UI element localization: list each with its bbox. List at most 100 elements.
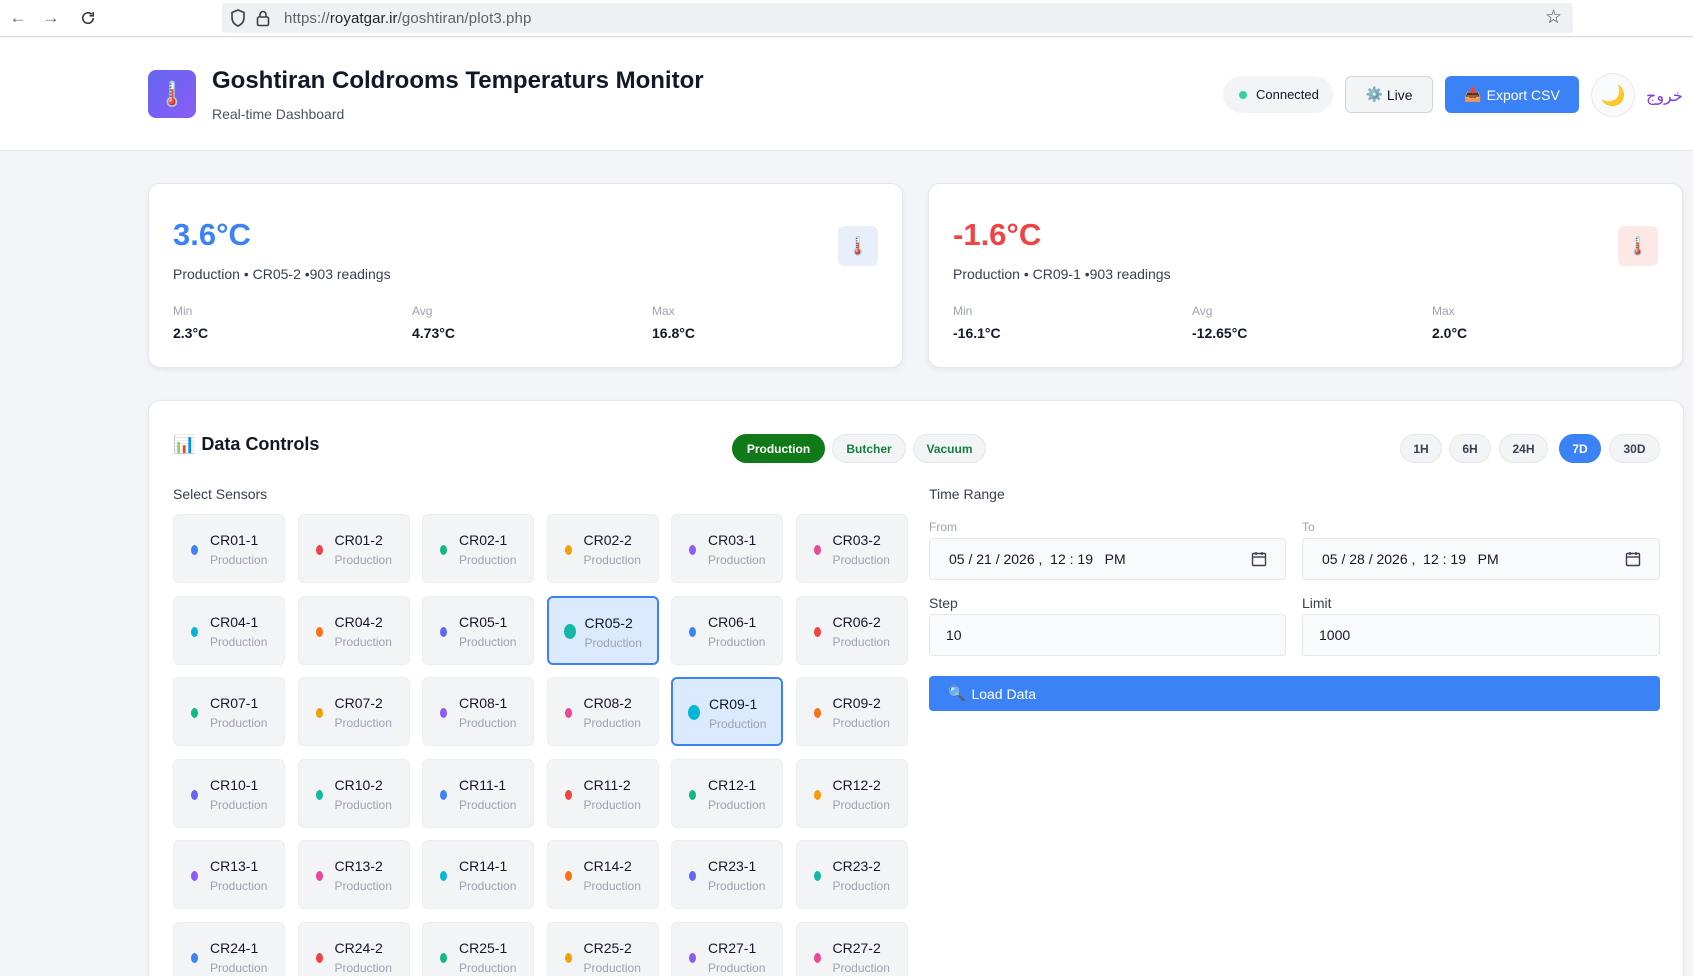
sensor-card-cr05-2[interactable]: CR05-2 Production <box>546 595 659 665</box>
sensor-color-dot-icon <box>191 545 198 555</box>
reload-icon[interactable] <box>78 8 98 28</box>
sensor-card-cr13-2[interactable]: CR13-2 Production <box>297 840 410 909</box>
sensor-name: CR05-1 <box>459 613 508 630</box>
thermometer-icon: 🌡️ <box>838 226 878 266</box>
sensor-card-cr07-1[interactable]: CR07-1 Production <box>173 677 285 746</box>
sensor-group: Production <box>583 716 641 730</box>
sensor-name: CR10-2 <box>334 776 383 793</box>
url-path: /goshtiran/plot3.php <box>397 10 532 27</box>
address-bar[interactable]: https://royatgar.ir/goshtiran/plot3.php … <box>222 3 1573 33</box>
bookmark-star-icon[interactable]: ☆ <box>1545 8 1565 28</box>
group-tab-butcher[interactable]: Butcher <box>832 434 906 463</box>
connection-status-badge: Connected <box>1223 76 1333 113</box>
sensor-card-cr27-1[interactable]: CR27-1 Production <box>671 921 783 976</box>
sensor-color-dot-icon <box>315 871 323 881</box>
sensor-card-cr13-1[interactable]: CR13-1 Production <box>173 840 285 909</box>
sensor-color-dot-icon <box>563 623 576 639</box>
shield-icon[interactable] <box>230 9 246 27</box>
sensor-card-cr02-2[interactable]: CR02-2 Production <box>546 514 659 583</box>
from-datetime-input[interactable]: 05 / 21 / 2026 , 12 : 19 PM <box>929 538 1286 580</box>
sensor-card-cr11-2[interactable]: CR11-2 Production <box>546 758 659 828</box>
sensor-card-cr25-2[interactable]: CR25-2 Production <box>546 921 659 976</box>
sensor-card-cr06-2[interactable]: CR06-2 Production <box>795 595 908 665</box>
sensor-color-dot-icon <box>564 952 572 963</box>
sensor-color-dot-icon <box>191 952 198 963</box>
back-icon[interactable]: ← <box>8 8 28 28</box>
stat-card-primary: 3.6°C Production • CR05-2 •903 readings … <box>148 183 903 368</box>
sensor-name: CR03-1 <box>708 532 757 548</box>
sensor-card-cr08-1[interactable]: CR08-1 Production <box>422 677 534 746</box>
range-tab-1h[interactable]: 1H <box>1400 434 1442 463</box>
stat-max-label: Max <box>652 304 675 318</box>
sensor-color-dot-icon <box>191 871 198 881</box>
sensor-card-cr10-1[interactable]: CR10-1 Production <box>173 758 285 828</box>
sensor-card-cr23-2[interactable]: CR23-2 Production <box>795 840 908 909</box>
stat-avg-value: 4.73°C <box>412 325 455 341</box>
sensor-group: Production <box>708 879 766 893</box>
sensor-card-cr01-1[interactable]: CR01-1 Production <box>173 514 285 583</box>
range-tab-24h[interactable]: 24H <box>1499 434 1548 463</box>
sensor-name: CR13-1 <box>210 858 259 874</box>
sensor-color-dot-icon <box>440 626 447 637</box>
calendar-icon[interactable] <box>1625 551 1641 567</box>
sensor-group: Production <box>210 960 268 975</box>
sensor-color-dot-icon <box>688 705 700 720</box>
live-label: Live <box>1386 86 1413 103</box>
sensor-card-cr03-2[interactable]: CR03-2 Production <box>795 514 908 583</box>
sensor-card-cr07-2[interactable]: CR07-2 Production <box>297 677 410 746</box>
sensor-card-cr06-1[interactable]: CR06-1 Production <box>671 595 783 665</box>
sensor-name: CR05-2 <box>584 614 633 631</box>
sensor-color-dot-icon <box>689 545 696 555</box>
step-label: Step <box>929 595 958 611</box>
sensor-color-dot-icon <box>315 789 323 800</box>
sensor-card-cr08-2[interactable]: CR08-2 Production <box>546 677 659 746</box>
theme-toggle-button[interactable]: 🌙 <box>1591 73 1635 117</box>
sensor-card-cr10-2[interactable]: CR10-2 Production <box>297 758 410 828</box>
step-input[interactable]: 10 <box>929 614 1286 656</box>
sensor-card-cr04-1[interactable]: CR04-1 Production <box>173 595 285 665</box>
sensor-card-cr09-1[interactable]: CR09-1 Production <box>671 677 783 746</box>
export-csv-button[interactable]: 📥 Export CSV <box>1445 76 1579 113</box>
live-toggle-button[interactable]: ⚙️ Live <box>1345 76 1433 113</box>
sensor-card-cr25-1[interactable]: CR25-1 Production <box>422 921 534 976</box>
range-tab-7d[interactable]: 7D <box>1559 434 1601 463</box>
sensor-card-cr02-1[interactable]: CR02-1 Production <box>422 514 534 583</box>
sensor-card-cr12-1[interactable]: CR12-1 Production <box>671 758 783 828</box>
to-datetime-input[interactable]: 05 / 28 / 2026 , 12 : 19 PM <box>1302 538 1660 580</box>
calendar-icon[interactable] <box>1251 551 1267 567</box>
sensor-card-cr09-2[interactable]: CR09-2 Production <box>795 677 908 746</box>
sensor-group: Production <box>210 716 268 730</box>
sensor-name: CR01-2 <box>334 532 383 548</box>
sensor-group: Production <box>709 717 767 731</box>
range-tab-30d[interactable]: 30D <box>1609 434 1660 463</box>
stat-max-value: 16.8°C <box>652 325 695 341</box>
sensor-card-cr24-2[interactable]: CR24-2 Production <box>297 921 410 976</box>
sensor-card-cr27-2[interactable]: CR27-2 Production <box>795 921 908 976</box>
sensor-color-dot-icon <box>315 626 323 637</box>
sensor-card-cr11-1[interactable]: CR11-1 Production <box>422 758 534 828</box>
group-tab-vacuum[interactable]: Vacuum <box>913 434 986 463</box>
range-tab-6h[interactable]: 6H <box>1449 434 1491 463</box>
sensor-card-cr24-1[interactable]: CR24-1 Production <box>173 921 285 976</box>
page-title: Goshtiran Coldrooms Temperaturs Monitor <box>212 67 704 94</box>
sensor-color-dot-icon <box>813 871 821 881</box>
sensor-card-cr04-2[interactable]: CR04-2 Production <box>297 595 410 665</box>
sensor-card-cr05-1[interactable]: CR05-1 Production <box>422 595 534 665</box>
lock-icon[interactable] <box>256 9 270 27</box>
sensor-group: Production <box>210 797 268 812</box>
logout-link[interactable]: خروج <box>1646 86 1683 106</box>
sensor-card-cr03-1[interactable]: CR03-1 Production <box>671 514 783 583</box>
group-tab-production[interactable]: Production <box>732 434 825 463</box>
sensor-card-cr14-1[interactable]: CR14-1 Production <box>422 840 534 909</box>
stat-icon-glyph: 🌡️ <box>846 235 870 256</box>
url-text[interactable]: https://royatgar.ir/goshtiran/plot3.php <box>284 10 531 27</box>
sensor-card-cr12-2[interactable]: CR12-2 Production <box>795 758 908 828</box>
limit-input[interactable]: 1000 <box>1302 614 1660 656</box>
sensor-group: Production <box>832 634 890 649</box>
sensor-card-cr14-2[interactable]: CR14-2 Production <box>546 840 659 909</box>
forward-icon[interactable]: → <box>41 8 61 28</box>
load-data-button[interactable]: 🔍 Load Data <box>929 676 1660 711</box>
sensor-card-cr23-1[interactable]: CR23-1 Production <box>671 840 783 909</box>
sensor-card-cr01-2[interactable]: CR01-2 Production <box>297 514 410 583</box>
sensor-color-dot-icon <box>191 789 198 800</box>
